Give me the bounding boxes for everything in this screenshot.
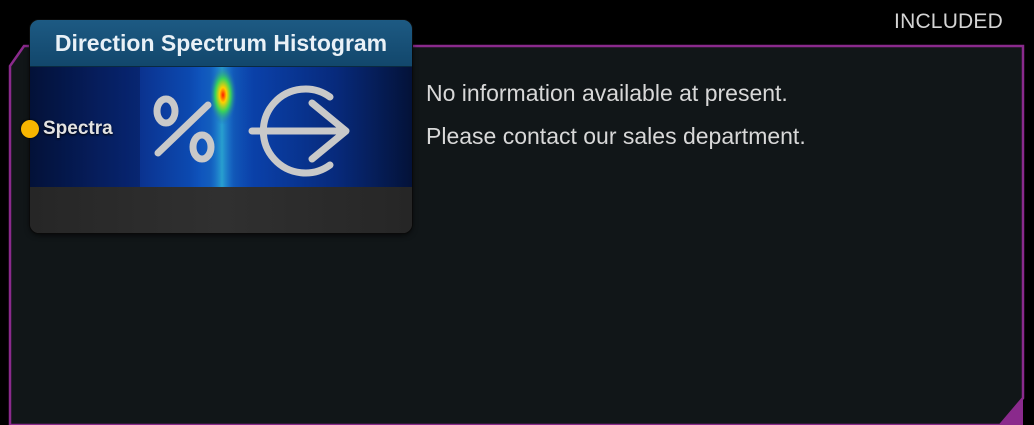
arrow-right-circle-icon xyxy=(248,85,350,177)
node-title: Direction Spectrum Histogram xyxy=(30,20,412,67)
node-footer xyxy=(30,187,412,233)
port-label: Spectra xyxy=(43,118,113,139)
status-badge: INCLUDED xyxy=(894,10,1003,33)
info-text: No information available at present. Ple… xyxy=(426,72,806,158)
info-line-1: No information available at present. xyxy=(426,80,788,106)
info-line-2: Please contact our sales department. xyxy=(426,123,806,149)
node-info-view: INCLUDED No information available at pre… xyxy=(0,0,1034,425)
port-connector-icon[interactable] xyxy=(21,120,39,138)
input-port-spectra[interactable]: Spectra xyxy=(21,118,113,140)
